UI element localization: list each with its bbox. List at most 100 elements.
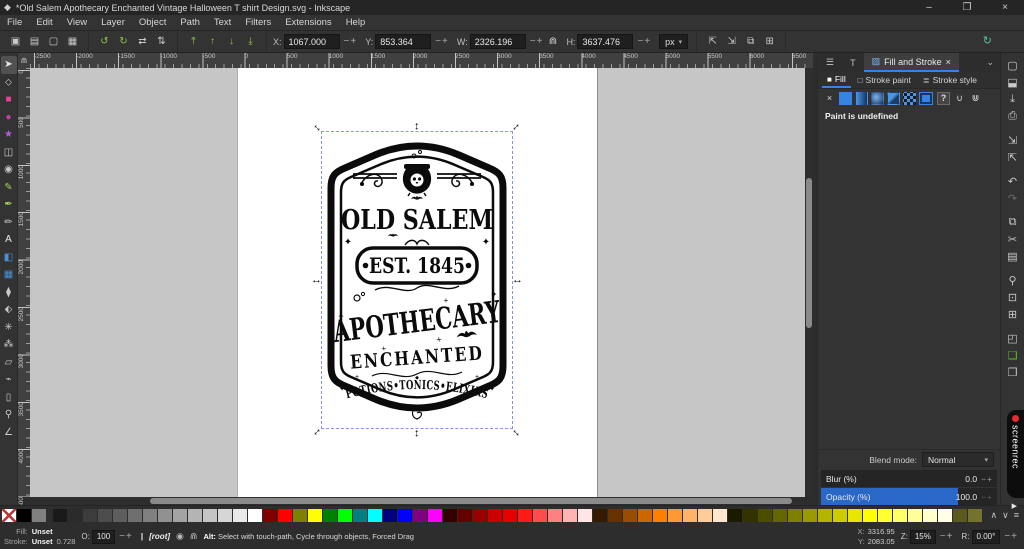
zoom-page-button[interactable]: ⊞ — [1004, 306, 1022, 323]
swatch-ffff00[interactable] — [308, 508, 322, 522]
swatch-none[interactable] — [2, 508, 16, 522]
selection-touch-icon[interactable]: ▦ — [65, 34, 80, 49]
swatch-e60000[interactable] — [503, 508, 517, 522]
pages-tool[interactable]: ▯ — [1, 389, 17, 407]
swatch-cc0000[interactable] — [488, 508, 502, 522]
swatch-ff8080[interactable] — [548, 508, 562, 522]
star-tool[interactable]: ★ — [1, 126, 17, 144]
swatch-ffe6cc[interactable] — [713, 508, 727, 522]
swatch-ffff00[interactable] — [863, 508, 877, 522]
new-document-button[interactable]: ▢ — [1004, 57, 1022, 74]
swatch-ff0000[interactable] — [278, 508, 292, 522]
rotate-cw-icon[interactable]: ↻ — [116, 34, 131, 49]
swatch-800000[interactable] — [263, 508, 277, 522]
swatch-008000[interactable] — [323, 508, 337, 522]
vertical-scrollbar-thumb[interactable] — [806, 178, 812, 328]
swatch-cccc00[interactable] — [833, 508, 847, 522]
opacity-slider[interactable]: Opacity (%) 100.0 −+ — [821, 488, 997, 505]
palette-scroll-up-icon[interactable]: ∧ — [991, 510, 998, 521]
selector-tool[interactable]: ➤ — [0, 56, 17, 74]
dropper-tool[interactable]: ⧫ — [1, 284, 17, 302]
object-opacity-stepper[interactable]: −+ — [117, 531, 135, 542]
lower-icon[interactable]: ↓ — [224, 34, 239, 49]
swatch-button[interactable] — [919, 91, 933, 105]
swatch-ff8000[interactable] — [653, 508, 667, 522]
swatch-2b2b2b[interactable] — [68, 508, 82, 522]
swatch-330000[interactable] — [443, 508, 457, 522]
swatch-ffb366[interactable] — [683, 508, 697, 522]
current-layer-selector[interactable]: [root] — [149, 532, 170, 541]
swatch-331a00[interactable] — [593, 508, 607, 522]
zoom-selection-button[interactable]: ⚲ — [1004, 272, 1022, 289]
swatch-0000ff[interactable] — [398, 508, 412, 522]
swatch-ffff66[interactable] — [893, 508, 907, 522]
swatch-e8e8e8[interactable] — [233, 508, 247, 522]
scale-handle-e[interactable]: ↔ — [512, 275, 523, 286]
swatch-666600[interactable] — [773, 508, 787, 522]
tab-stroke-style[interactable]: ≣ Stroke style — [918, 73, 982, 87]
blend-mode-dropdown[interactable]: Normal ▾ — [922, 452, 994, 467]
rotate-ccw-icon[interactable]: ↺ — [97, 34, 112, 49]
vertical-scrollbar[interactable] — [805, 68, 813, 497]
close-tab-icon[interactable]: × — [946, 57, 951, 67]
tab-stroke-paint[interactable]: □ Stroke paint — [853, 73, 916, 87]
open-document-button[interactable]: ⬓ — [1004, 74, 1022, 91]
swatch-b4b4b4[interactable] — [188, 508, 202, 522]
select-all-icon[interactable]: ▣ — [8, 34, 23, 49]
ungroup-objects-button[interactable]: ❒ — [1004, 364, 1022, 381]
menu-extensions[interactable]: Extensions — [278, 17, 338, 28]
fill-rule-nonzero-button[interactable]: ∪ — [953, 92, 966, 105]
swatch-999900[interactable] — [803, 508, 817, 522]
scale-handle-n[interactable]: ↔ — [412, 121, 424, 132]
swatch-ff00ff[interactable] — [428, 508, 442, 522]
swatch-5a5a1e[interactable] — [953, 508, 967, 522]
tab-objects[interactable]: ☰ — [818, 53, 842, 72]
raise-icon[interactable]: ↑ — [205, 34, 220, 49]
group-objects-button[interactable]: ❑ — [1004, 347, 1022, 364]
menu-layer[interactable]: Layer — [94, 17, 132, 28]
tweak-tool[interactable]: ✳ — [1, 319, 17, 337]
swatch-4d4d00[interactable] — [758, 508, 772, 522]
menu-text[interactable]: Text — [207, 17, 238, 28]
swatch-008080[interactable] — [353, 508, 367, 522]
eraser-tool[interactable]: ▱ — [1, 354, 17, 372]
no-paint-button[interactable]: × — [823, 92, 836, 105]
swatch-ff9933[interactable] — [668, 508, 682, 522]
fill-stroke-indicator[interactable]: Fill: Unset Stroke: Unset 0.728 — [4, 527, 75, 547]
move-gradients-icon[interactable]: ⧉ — [743, 34, 758, 49]
menu-file[interactable]: File — [0, 17, 29, 28]
radial-gradient-button[interactable] — [871, 91, 884, 105]
flip-horizontal-icon[interactable]: ⇄ — [135, 34, 150, 49]
zoom-drawing-button[interactable]: ⊡ — [1004, 289, 1022, 306]
h-stepper[interactable]: −+ — [635, 36, 653, 47]
scale-rounded-corners-icon[interactable]: ⇲ — [724, 34, 739, 49]
gradient-tool[interactable]: ◧ — [1, 249, 17, 267]
swatch-663300[interactable] — [608, 508, 622, 522]
flat-color-button[interactable] — [839, 91, 852, 105]
text-tool[interactable]: A — [1, 231, 17, 249]
unit-dropdown[interactable]: px ▾ — [659, 34, 689, 49]
swatch-333300[interactable] — [743, 508, 757, 522]
swatch-ffcc99[interactable] — [698, 508, 712, 522]
height-input[interactable]: 3637.476 — [577, 34, 634, 49]
swatch-808000[interactable] — [293, 508, 307, 522]
swatch-000000[interactable] — [17, 508, 31, 522]
pencil-tool[interactable]: ✎ — [1, 179, 17, 197]
swatch-800080[interactable] — [413, 508, 427, 522]
deselect-icon[interactable]: ▢ — [46, 34, 61, 49]
lower-to-bottom-icon[interactable]: ⤓ — [243, 34, 258, 49]
node-tool[interactable]: ⬦ — [1, 74, 17, 92]
ruler-lock-icon[interactable]: ⋒ — [18, 53, 30, 68]
swatch-1a1a1a[interactable] — [53, 508, 67, 522]
tab-fill[interactable]: ■ Fill — [822, 72, 851, 88]
paste-button[interactable]: ▤ — [1004, 248, 1022, 265]
minimize-button[interactable]: – — [910, 2, 948, 13]
swatch-919191[interactable] — [158, 508, 172, 522]
maximize-button[interactable]: ❐ — [948, 2, 986, 13]
blur-stepper[interactable]: −+ — [981, 474, 997, 484]
swatch-808080[interactable] — [143, 508, 157, 522]
selection-frame-button[interactable]: ◰ — [1004, 330, 1022, 347]
menu-help[interactable]: Help — [339, 17, 373, 28]
w-stepper[interactable]: −+ — [528, 36, 546, 47]
swatch-00ffff[interactable] — [368, 508, 382, 522]
